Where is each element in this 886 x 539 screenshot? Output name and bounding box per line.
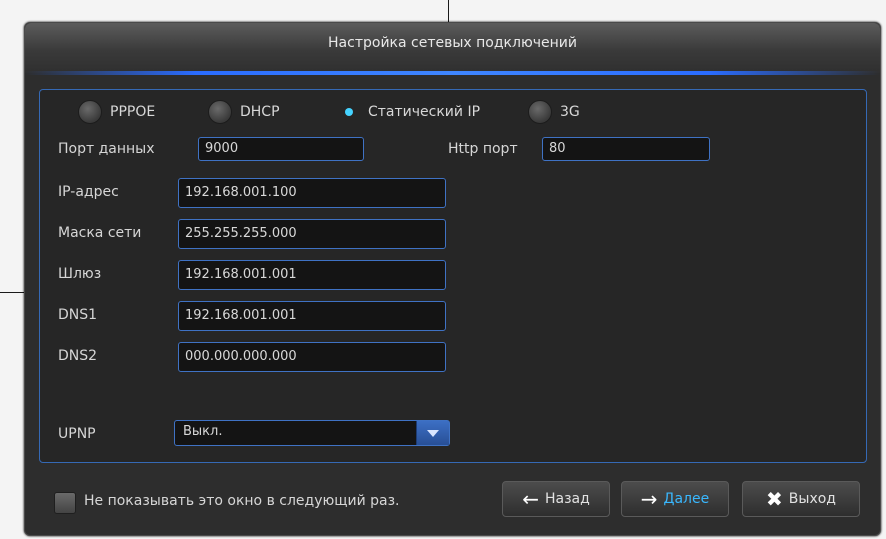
- exit-button-label: Выход: [788, 491, 836, 507]
- background-divider-left: [0, 292, 24, 293]
- gateway-label: Шлюз: [58, 266, 102, 282]
- radio-static-ip-label: Статический IP: [368, 104, 481, 120]
- radio-pppoe-circle[interactable]: [78, 100, 102, 124]
- arrow-left-icon: ←: [522, 487, 539, 511]
- upnp-label: UPNP: [58, 426, 96, 442]
- close-icon: ✖: [766, 487, 783, 511]
- back-button[interactable]: ← Назад: [502, 481, 610, 517]
- ip-address-label: IP-адрес: [58, 184, 119, 200]
- dns1-label: DNS1: [58, 307, 98, 323]
- radio-pppoe[interactable]: PPPOE: [78, 100, 155, 124]
- radio-pppoe-label: PPPOE: [110, 104, 156, 120]
- radio-dhcp-label: DHCP: [240, 104, 280, 120]
- chevron-down-icon[interactable]: [416, 421, 449, 445]
- dont-show-checkbox[interactable]: [54, 492, 76, 514]
- upnp-select[interactable]: Выкл.: [174, 420, 450, 446]
- subnet-mask-input[interactable]: 255.255.255.000: [178, 219, 446, 249]
- radio-3g-circle[interactable]: [528, 100, 552, 124]
- exit-button[interactable]: ✖ Выход: [742, 481, 860, 517]
- dialog-titlebar: Настройка сетевых подключений: [25, 23, 880, 73]
- dns2-label: DNS2: [58, 348, 98, 364]
- dont-show-label: Не показывать это окно в следующий раз.: [84, 493, 400, 509]
- upnp-selected-value: Выкл.: [183, 424, 223, 439]
- radio-dhcp-circle[interactable]: [208, 100, 232, 124]
- settings-panel: PPPOE DHCP Статический IP 3G Порт данных…: [39, 89, 867, 463]
- subnet-mask-label: Маска сети: [58, 225, 142, 241]
- radio-3g[interactable]: 3G: [528, 100, 580, 124]
- radio-static-ip[interactable]: Статический IP: [338, 100, 480, 124]
- dns2-input[interactable]: 000.000.000.000: [178, 342, 446, 372]
- background-divider-top: [448, 0, 449, 22]
- http-port-input[interactable]: 80: [542, 137, 710, 161]
- titlebar-accent-line: [25, 71, 880, 75]
- gateway-input[interactable]: 192.168.001.001: [178, 260, 446, 290]
- radio-3g-label: 3G: [560, 104, 580, 120]
- dialog-title: Настройка сетевых подключений: [328, 35, 577, 51]
- ip-address-input[interactable]: 192.168.001.100: [178, 178, 446, 208]
- data-port-label: Порт данных: [58, 141, 155, 157]
- arrow-right-icon: →: [640, 487, 658, 511]
- back-button-label: Назад: [544, 491, 590, 507]
- dns1-input[interactable]: 192.168.001.001: [178, 301, 446, 331]
- data-port-input[interactable]: 9000: [198, 137, 364, 161]
- radio-static-ip-circle[interactable]: [338, 101, 360, 123]
- network-setup-dialog: Настройка сетевых подключений PPPOE DHCP…: [24, 22, 881, 536]
- http-port-label: Http порт: [448, 141, 518, 157]
- radio-dhcp[interactable]: DHCP: [208, 100, 280, 124]
- next-button[interactable]: → Далее: [621, 481, 729, 517]
- next-button-label: Далее: [663, 491, 710, 507]
